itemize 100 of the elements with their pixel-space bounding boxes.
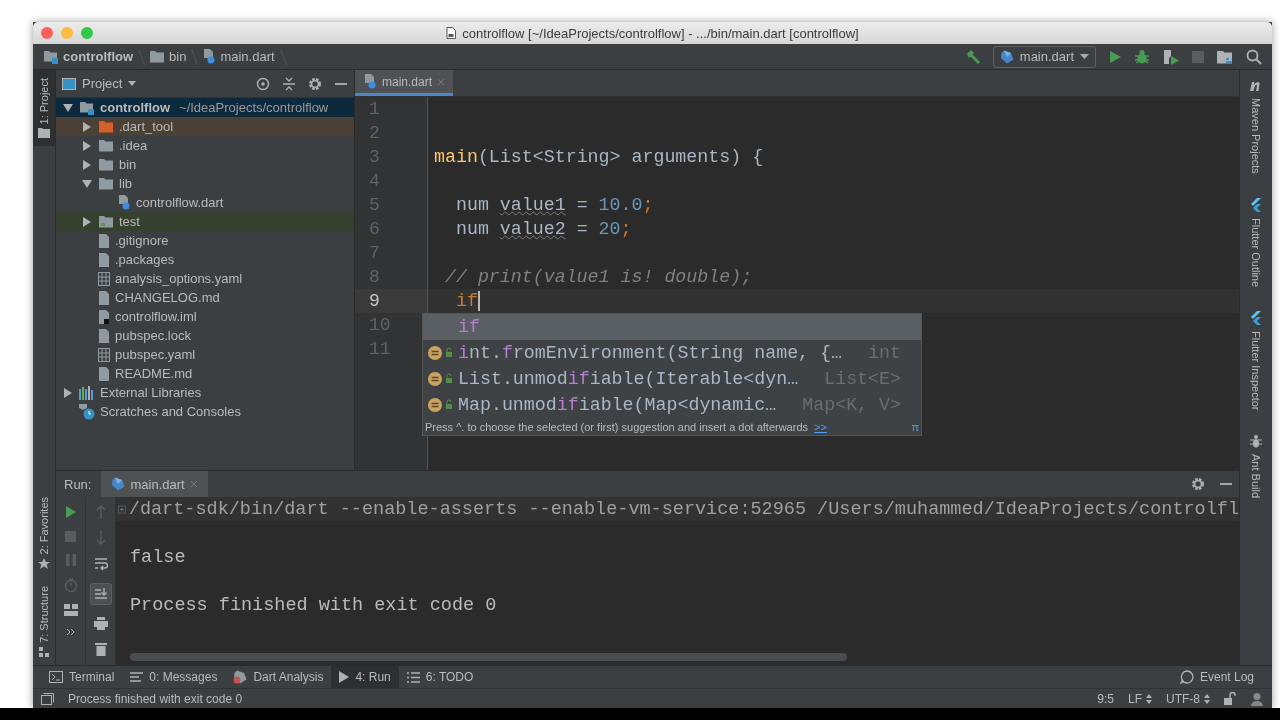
hammer-icon[interactable]	[964, 48, 981, 65]
tree-item[interactable]: .dart_tool	[56, 117, 354, 136]
tree-item[interactable]: pubspec.yaml	[56, 345, 354, 364]
pause-icon	[65, 554, 76, 566]
code-token: value1	[499, 195, 566, 215]
coverage-icon[interactable]	[1162, 48, 1180, 65]
run-configuration-dropdown[interactable]: main.dart	[992, 45, 1096, 68]
library-icon	[79, 385, 95, 400]
person-icon[interactable]	[1250, 691, 1264, 706]
stop-icon	[1192, 50, 1204, 63]
document-icon	[446, 27, 457, 39]
pi-button[interactable]: π	[911, 420, 919, 433]
tree-item[interactable]: External Libraries	[56, 383, 354, 402]
encoding-selector[interactable]: UTF-8	[1166, 691, 1210, 706]
tree-item[interactable]: pubspec.lock	[56, 326, 354, 345]
soft-wrap-icon[interactable]	[93, 557, 108, 571]
collapsed-arrow-icon[interactable]	[83, 121, 91, 132]
tree-item[interactable]: lib	[56, 174, 354, 193]
dart-file-icon	[117, 195, 131, 210]
collapsed-arrow-icon[interactable]	[83, 216, 91, 227]
unlocked-lock-icon[interactable]	[1224, 692, 1236, 705]
print-icon[interactable]	[93, 617, 108, 630]
run-tab[interactable]: main.dart	[101, 471, 208, 497]
tool-window-button[interactable]: 1: Project	[33, 70, 55, 147]
caret-position[interactable]: 9:5	[1097, 691, 1114, 706]
run-icon[interactable]	[64, 505, 77, 519]
editor-tab[interactable]: main.dart	[355, 70, 454, 96]
collapse-all-icon[interactable]	[282, 76, 296, 91]
tool-window-button[interactable]: Ant Build	[1250, 434, 1262, 499]
tree-item[interactable]: .idea	[56, 136, 354, 155]
tree-item[interactable]: controlflow ~/IdeaProjects/controlflow	[56, 98, 354, 117]
more-link[interactable]: >>	[814, 420, 827, 433]
collapsed-arrow-icon[interactable]	[64, 387, 72, 398]
dart-logo-icon	[233, 670, 248, 684]
tool-window-tab[interactable]: Terminal	[41, 666, 123, 688]
settings-icon[interactable]	[1191, 477, 1205, 491]
run-icon[interactable]	[1108, 49, 1122, 64]
folder-icon	[98, 119, 114, 134]
code-token: =	[575, 195, 589, 215]
method-icon	[426, 371, 455, 387]
dart-file-icon	[363, 74, 377, 89]
tool-window-tab[interactable]: 0: Messages	[122, 666, 226, 688]
tree-item[interactable]: CHANGELOG.md	[56, 288, 354, 307]
tree-item[interactable]: controlflow.dart	[56, 193, 354, 212]
target-icon[interactable]	[256, 76, 270, 91]
file-icon	[98, 328, 110, 343]
folder-icon	[98, 176, 114, 191]
flutter-icon	[1250, 310, 1262, 325]
flutter-icon	[1250, 197, 1262, 212]
tool-window-button[interactable]: Flutter Inspector	[1250, 310, 1262, 411]
collapsed-arrow-icon[interactable]	[83, 140, 91, 151]
tree-item[interactable]: README.md	[56, 364, 354, 383]
file-icon	[98, 366, 110, 381]
event-log-button[interactable]: Event Log	[1171, 666, 1262, 688]
code-token: // print(value1 is! double);	[443, 267, 753, 287]
breadcrumb[interactable]: main.dart	[202, 49, 275, 64]
table-file-icon	[98, 347, 110, 362]
line-separator-selector[interactable]: LF	[1128, 691, 1152, 706]
folder-icon	[98, 157, 114, 172]
tool-window-tab[interactable]: 6: TODO	[398, 666, 482, 688]
breadcrumb[interactable]: controlflow	[43, 49, 134, 64]
tree-item[interactable]: bin	[56, 155, 354, 174]
stop-icon	[65, 531, 76, 542]
breadcrumb[interactable]: bin	[149, 49, 187, 64]
scrollbar-thumb[interactable]	[130, 653, 847, 661]
tree-item[interactable]: Scratches and Consoles	[56, 402, 354, 421]
tool-window-tab[interactable]: Dart Analysis	[225, 666, 332, 688]
bug-icon[interactable]	[1134, 48, 1150, 65]
search-icon[interactable]	[1246, 48, 1262, 65]
window-toggle-icon[interactable]	[41, 692, 54, 705]
tree-item[interactable]: analysis_options.yaml	[56, 269, 354, 288]
trash-icon[interactable]	[94, 642, 107, 656]
tool-window-button[interactable]: Flutter Outline	[1250, 197, 1262, 287]
tool-window-button[interactable]: 2: Favorites	[33, 488, 55, 579]
tool-window-tab[interactable]: 4: Run	[331, 666, 399, 688]
expanded-arrow-icon[interactable]	[82, 179, 92, 188]
method-icon	[426, 397, 455, 413]
status-message: Process finished with exit code 0	[68, 691, 243, 706]
more-icon[interactable]	[65, 628, 76, 636]
tree-item[interactable]: .gitignore	[56, 231, 354, 250]
collapsed-arrow-icon[interactable]	[83, 159, 91, 170]
expanded-arrow-icon[interactable]	[63, 103, 73, 112]
tree-item[interactable]: .packages	[56, 250, 354, 269]
scratch-clock-icon	[79, 403, 95, 420]
caret-icon	[1080, 53, 1089, 60]
settings-icon[interactable]	[308, 76, 322, 91]
scroll-to-end-icon[interactable]	[89, 583, 112, 605]
tool-window-button[interactable]: Maven Projects	[1249, 80, 1263, 174]
tree-item[interactable]: test	[56, 212, 354, 231]
project-view-dropdown[interactable]: Project	[62, 76, 137, 91]
star-icon	[38, 558, 50, 571]
project-structure-icon[interactable]	[1216, 48, 1234, 65]
code-token: =	[575, 219, 589, 239]
tool-window-button[interactable]: 7: Structure	[33, 578, 55, 665]
tree-item[interactable]: controlflow.iml	[56, 307, 354, 326]
down-arrow-icon	[95, 531, 106, 545]
console-line: /dart-sdk/bin/dart --enable-asserts --enable-vm-service:52965 /Users/muhammed/IdeaProjects/controlfl	[128, 498, 1239, 520]
layout-icon[interactable]	[63, 604, 78, 616]
code-token: num	[454, 195, 490, 215]
completion-hint: Press ^. to choose the selected (or first) suggestion and insert a dot afterwards	[425, 420, 809, 433]
